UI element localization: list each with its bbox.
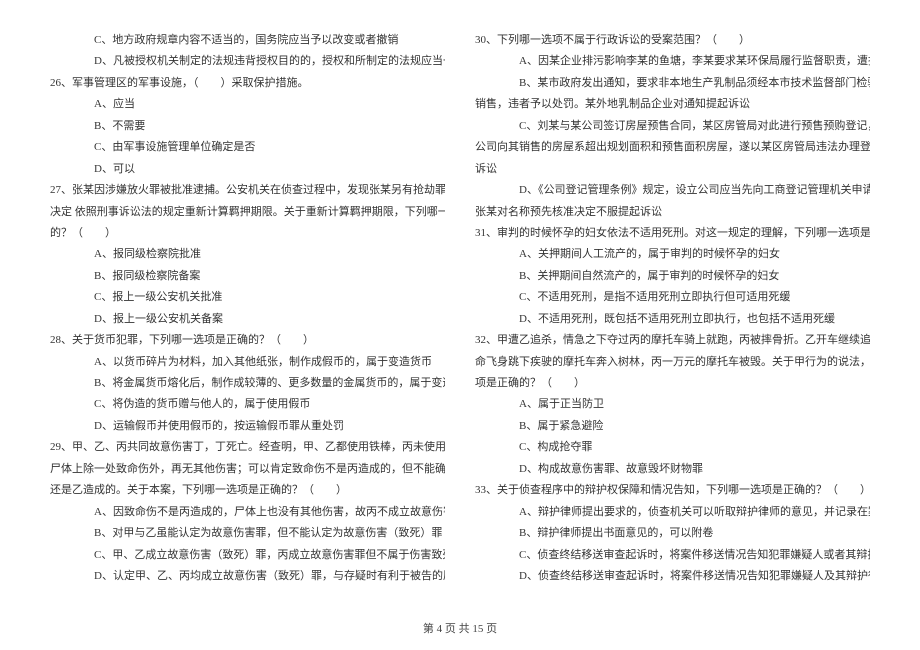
left-line: C、由军事设施管理单位确定是否 — [50, 137, 445, 158]
left-line: A、因致命伤不是丙造成的，尸体上也没有其他伤害，故丙不成立故意伤害罪 — [50, 502, 445, 523]
left-line: A、以货币碎片为材料，加入其他纸张，制作成假币的，属于变造货币 — [50, 352, 445, 373]
right-line: 33、关于侦查程序中的辩护权保障和情况告知，下列哪一选项是正确的？（ ） — [475, 480, 870, 501]
right-line: 销售，违者予以处罚。某外地乳制品企业对通知提起诉讼 — [475, 94, 870, 115]
right-line: C、构成抢夺罪 — [475, 437, 870, 458]
left-line: C、地方政府规章内容不适当的，国务院应当予以改变或者撤销 — [50, 30, 445, 51]
two-column-layout: C、地方政府规章内容不适当的，国务院应当予以改变或者撤销D、凡被授权机关制定的法… — [50, 30, 870, 600]
right-column: 30、下列哪一选项不属于行政诉讼的受案范围？（ ）A、因某企业排污影响李某的鱼塘… — [475, 30, 870, 600]
left-line: 27、张某因涉嫌放火罪被批准逮捕。公安机关在侦查过程中，发现张某另有抢劫罪的重大… — [50, 180, 445, 201]
left-line: D、凡被授权机关制定的法规违背授权目的的，授权和所制定的法规应当一并被撤销 — [50, 51, 445, 72]
right-line: D、构成故意伤害罪、故意毁坏财物罪 — [475, 459, 870, 480]
right-line: B、辩护律师提出书面意见的，可以附卷 — [475, 523, 870, 544]
right-line: D、不适用死刑，既包括不适用死刑立即执行，也包括不适用死缓 — [475, 309, 870, 330]
right-line: B、某市政府发出通知，要求非本地生产乳制品须经本市技术监督部门检验合格方可在本地 — [475, 73, 870, 94]
right-line: 诉讼 — [475, 159, 870, 180]
right-line: C、刘某与某公司签订房屋预售合同，某区房管局对此进行预售预购登记，后刘某了解到某 — [475, 116, 870, 137]
left-line: 还是乙造成的。关于本案，下列哪一选项是正确的？（ ） — [50, 480, 445, 501]
left-line: D、可以 — [50, 159, 445, 180]
left-line: A、应当 — [50, 94, 445, 115]
right-line: B、属于紧急避险 — [475, 416, 870, 437]
left-column: C、地方政府规章内容不适当的，国务院应当予以改变或者撤销D、凡被授权机关制定的法… — [50, 30, 445, 600]
right-line: 32、甲遭乙追杀，情急之下夺过丙的摩托车骑上就跑，丙被摔骨折。乙开车继续追杀，甲… — [475, 330, 870, 351]
left-line: B、报同级检察院备案 — [50, 266, 445, 287]
left-line: D、运输假币并使用假币的，按运输假币罪从重处罚 — [50, 416, 445, 437]
page-footer: 第 4 页 共 15 页 — [0, 620, 920, 636]
right-line: C、不适用死刑，是指不适用死刑立即执行但可适用死缓 — [475, 287, 870, 308]
right-line: B、关押期间自然流产的，属于审判的时候怀孕的妇女 — [475, 266, 870, 287]
left-line: 28、关于货币犯罪，下列哪一选项是正确的？（ ） — [50, 330, 445, 351]
left-line: C、甲、乙成立故意伤害（致死）罪，丙成立故意伤害罪但不属于伤害致死 — [50, 545, 445, 566]
left-line: 决定 依照刑事诉讼法的规定重新计算羁押期限。关于重新计算羁押期限，下列哪一选项是… — [50, 202, 445, 223]
right-line: A、属于正当防卫 — [475, 394, 870, 415]
right-line: 30、下列哪一选项不属于行政诉讼的受案范围？（ ） — [475, 30, 870, 51]
left-line: C、将伪造的货币赠与他人的，属于使用假币 — [50, 394, 445, 415]
left-line: 的？（ ） — [50, 223, 445, 244]
right-line: 31、审判的时候怀孕的妇女依法不适用死刑。对这一规定的理解，下列哪一选项是错误的… — [475, 223, 870, 244]
left-line: B、不需要 — [50, 116, 445, 137]
left-line: B、将金属货币熔化后，制作成较薄的、更多数量的金属货币的，属于变造货币 — [50, 373, 445, 394]
left-line: A、报同级检察院批准 — [50, 244, 445, 265]
left-line: B、对甲与乙虽能认定为故意伤害罪，但不能认定为故意伤害（致死）罪 — [50, 523, 445, 544]
right-line: A、关押期间人工流产的，属于审判的时候怀孕的妇女 — [475, 244, 870, 265]
right-line: A、因某企业排污影响李某的鱼塘，李某要求某环保局履行监督职责，遭拒绝后向法院起诉 — [475, 51, 870, 72]
right-line: D、《公司登记管理条例》规定，设立公司应当先向工商登记管理机关申请名称预先核准。 — [475, 180, 870, 201]
right-line: 张某对名称预先核准决定不服提起诉讼 — [475, 202, 870, 223]
left-line: 29、甲、乙、丙共同故意伤害丁，丁死亡。经查明，甲、乙都使用铁棒，丙未使用任何凶… — [50, 437, 445, 458]
left-line: D、报上一级公安机关备案 — [50, 309, 445, 330]
right-line: C、侦查终结移送审查起诉时，将案件移送情况告知犯罪嫌疑人或者其辩护律师 — [475, 545, 870, 566]
left-line: 26、军事管理区的军事设施，（ ）采取保护措施。 — [50, 73, 445, 94]
right-line: 项是正确的？（ ） — [475, 373, 870, 394]
right-line: 公司向其销售的房屋系超出规划面积和预售面积房屋，遂以某区房管局违法办理登记为由提… — [475, 137, 870, 158]
right-line: A、辩护律师提出要求的，侦查机关可以听取辩护律师的意见，并记录在案 — [475, 502, 870, 523]
left-line: C、报上一级公安机关批准 — [50, 287, 445, 308]
left-line: D、认定甲、乙、丙均成立故意伤害（致死）罪，与存疑时有利于被告的原则并不矛盾 — [50, 566, 445, 587]
right-line: 命飞身跳下疾驶的摩托车奔入树林，丙一万元的摩托车被毁。关于甲行为的说法，下列哪一… — [475, 352, 870, 373]
right-line: D、侦查终结移送审查起诉时，将案件移送情况告知犯罪嫌疑人及其辩护律师 — [475, 566, 870, 587]
left-line: 尸体上除一处致命伤外，再无其他伤害；可以肯定致命伤不是丙造成的，但不能确定是甲造… — [50, 459, 445, 480]
